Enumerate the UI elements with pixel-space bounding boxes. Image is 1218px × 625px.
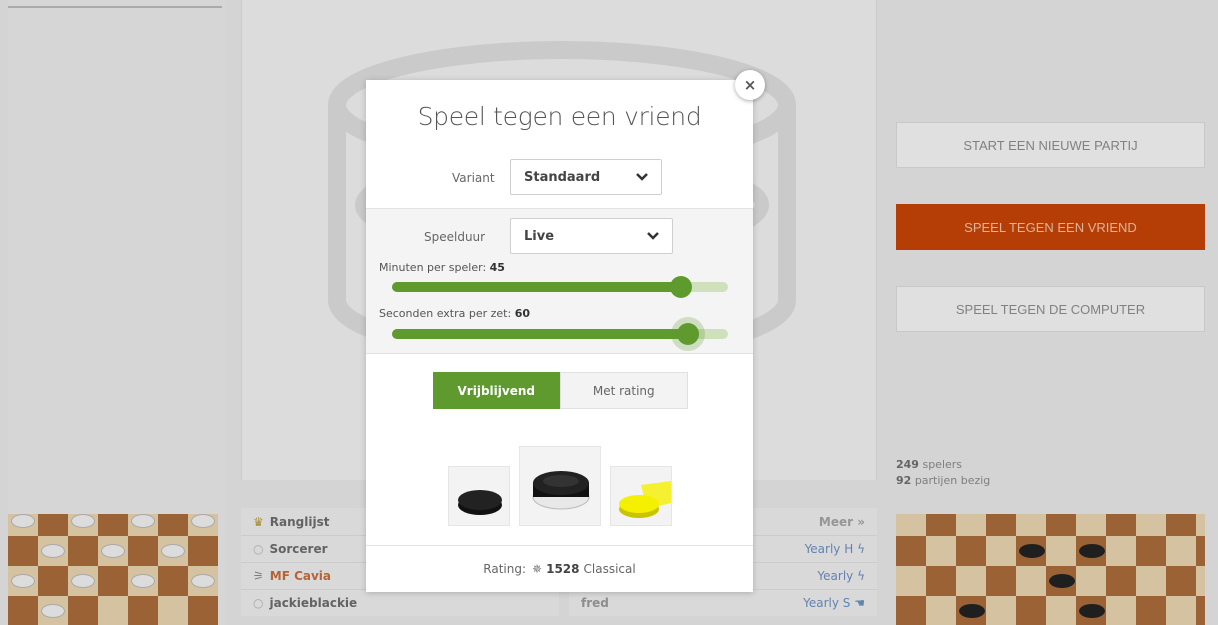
minutes-label-text: Minuten per speler:: [379, 261, 487, 274]
rated-mode-button[interactable]: Met rating: [559, 372, 688, 409]
game-mode-toggle: Vrijblijvend Met rating: [433, 372, 688, 409]
minutes-slider[interactable]: [392, 276, 728, 298]
casual-mode-label: Vrijblijvend: [457, 383, 535, 398]
rating-label: Rating:: [483, 562, 527, 576]
color-white-button[interactable]: [610, 466, 672, 526]
close-icon: ×: [743, 76, 757, 94]
minutes-label: Minuten per speler: 45: [379, 261, 505, 274]
black-piece-icon: [458, 490, 502, 515]
seconds-slider[interactable]: [392, 323, 728, 345]
chevron-down-icon: [636, 173, 648, 181]
close-dialog-button[interactable]: ×: [735, 70, 765, 100]
rating-badge-icon: ✵: [532, 562, 543, 576]
seconds-slider-handle[interactable]: [676, 323, 699, 345]
seconds-label: Seconden extra per zet: 60: [379, 307, 530, 320]
variant-label: Variant: [452, 171, 495, 185]
variant-value: Standaard: [524, 169, 601, 185]
play-friend-dialog: Speel tegen een vriend Variant Standaard…: [366, 80, 753, 592]
seconds-value: 60: [514, 307, 531, 320]
rated-mode-label: Met rating: [592, 383, 655, 398]
time-settings-panel: Speelduur Live Minuten per speler: 45 Se…: [366, 208, 753, 354]
minutes-slider-handle[interactable]: [669, 276, 692, 298]
minutes-value: 45: [489, 261, 505, 274]
duration-label: Speelduur: [424, 230, 486, 244]
color-random-button[interactable]: [519, 446, 601, 526]
random-piece-icon: [532, 471, 590, 510]
variant-select[interactable]: Standaard: [510, 159, 662, 195]
color-black-button[interactable]: [448, 466, 510, 526]
duration-select[interactable]: Live: [510, 218, 673, 254]
rating-type: Classical: [583, 562, 636, 576]
white-piece-icon: [619, 481, 671, 518]
chevron-down-icon: [647, 232, 659, 240]
rating-footer: Rating: ✵ 1528 Classical: [366, 545, 753, 592]
seconds-label-text: Seconden extra per zet:: [379, 307, 512, 320]
seconds-slider-fill: [392, 329, 688, 339]
minutes-slider-fill: [392, 282, 681, 292]
casual-mode-button[interactable]: Vrijblijvend: [433, 372, 560, 409]
duration-value: Live: [524, 228, 555, 244]
rating-value: 1528: [546, 562, 580, 576]
dialog-title: Speel tegen een vriend: [417, 102, 702, 131]
